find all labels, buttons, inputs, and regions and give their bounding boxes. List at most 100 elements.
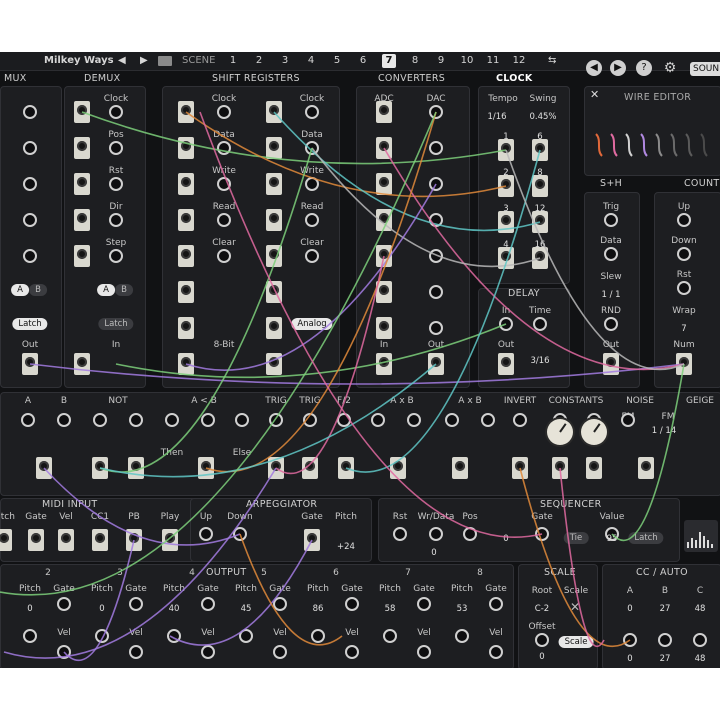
output-4-pitch-value[interactable]: 40	[169, 604, 180, 614]
logic-out-jack-11[interactable]	[552, 457, 568, 479]
demux-latch-toggle[interactable]: Latch	[98, 318, 134, 330]
midi-cc1-jack[interactable]	[92, 529, 108, 551]
demux-step-port[interactable]	[109, 249, 123, 263]
arp-gate-jack[interactable]	[304, 529, 320, 551]
sr1-data-port[interactable]	[217, 141, 231, 155]
cc-c-value[interactable]: 48	[695, 604, 706, 614]
constant-knob-1[interactable]	[547, 419, 573, 445]
output-8-vel-port[interactable]	[489, 645, 503, 659]
scene-button-5[interactable]: 5	[330, 54, 344, 68]
arp-down-port[interactable]	[233, 527, 247, 541]
dac-bit-port-4[interactable]	[429, 213, 443, 227]
seq-wr-data-port[interactable]	[429, 527, 443, 541]
sr1-clock-port[interactable]	[217, 105, 231, 119]
cc-a-port[interactable]	[623, 633, 637, 647]
wire-preset-icon-3[interactable]	[624, 132, 634, 158]
sr2-bit-jack-3[interactable]	[266, 173, 282, 195]
logic-out-jack-9[interactable]	[452, 457, 468, 479]
delay-time-value[interactable]: 3/16	[530, 356, 549, 366]
clock-div-6-jack[interactable]	[532, 139, 548, 161]
scene-button-6[interactable]: 6	[356, 54, 370, 68]
output-3-pitch-port[interactable]	[95, 629, 109, 643]
output-6-gate-port[interactable]	[345, 597, 359, 611]
output-3-vel-port[interactable]	[129, 645, 143, 659]
output-7-pitch-value[interactable]: 58	[385, 604, 396, 614]
clock-div-3-jack[interactable]	[498, 211, 514, 233]
arp-pitch-value[interactable]: +24	[337, 542, 355, 552]
output-4-gate-port[interactable]	[201, 597, 215, 611]
sr1-clear-port[interactable]	[217, 249, 231, 263]
output-5-vel-port[interactable]	[273, 645, 287, 659]
sr2-data-port[interactable]	[305, 141, 319, 155]
wire-preset-icon-6[interactable]	[669, 132, 679, 158]
next-arrow-icon[interactable]: ▶	[610, 60, 626, 76]
logic-in-port-5[interactable]	[165, 413, 179, 427]
sr1-bit-jack-2[interactable]	[178, 137, 194, 159]
demux-out-jack-1[interactable]	[74, 353, 90, 375]
scene-button-4[interactable]: 4	[304, 54, 318, 68]
sr2-bit-jack-4[interactable]	[266, 209, 282, 231]
logic-in-port-14[interactable]	[481, 413, 495, 427]
prev-arrow-icon[interactable]: ◀	[586, 60, 602, 76]
sr1-read-port[interactable]	[217, 213, 231, 227]
logic-out-jack-7[interactable]	[338, 457, 354, 479]
dac-bit-port-5[interactable]	[429, 249, 443, 263]
delay-time-port[interactable]	[533, 317, 547, 331]
adc-bit-jack-4[interactable]	[376, 209, 392, 231]
sr1-bit-jack-3[interactable]	[178, 173, 194, 195]
seq-latch-toggle[interactable]: Latch	[628, 532, 664, 544]
dac-bit-port-3[interactable]	[429, 177, 443, 191]
cc-a-value[interactable]: 0	[627, 604, 632, 614]
adc-bit-jack-6[interactable]	[376, 281, 392, 303]
logic-in-port-2[interactable]	[57, 413, 71, 427]
transfer-icon[interactable]: ⇆	[548, 54, 556, 68]
logic-in-port-4[interactable]	[129, 413, 143, 427]
midi-gate-jack[interactable]	[28, 529, 44, 551]
adc-bit-jack-7[interactable]	[376, 317, 392, 339]
demux-out-jack-5[interactable]	[74, 209, 90, 231]
counter-down-port[interactable]	[677, 247, 691, 261]
adc-bit-jack-3[interactable]	[376, 173, 392, 195]
sr1-bit-jack-4[interactable]	[178, 209, 194, 231]
demux-ab-b[interactable]: B	[115, 284, 133, 296]
output-6-pitch-value[interactable]: 86	[313, 604, 324, 614]
wire-preset-icon-7[interactable]	[684, 132, 694, 158]
scene-button-11[interactable]: 11	[486, 54, 500, 68]
demux-pos-port[interactable]	[109, 141, 123, 155]
wire-preset-icon-1[interactable]	[594, 132, 604, 158]
sh-data-port[interactable]	[604, 247, 618, 261]
midi-vel-jack[interactable]	[58, 529, 74, 551]
seq-value-value[interactable]: 95	[607, 534, 618, 544]
output-6-vel-port[interactable]	[345, 645, 359, 659]
sr2-clear-port[interactable]	[305, 249, 319, 263]
counter-rst-port[interactable]	[677, 281, 691, 295]
output-2-vel-port[interactable]	[57, 645, 71, 659]
logic-out-jack-8[interactable]	[390, 457, 406, 479]
sh-slew-value[interactable]: 1 / 1	[601, 290, 620, 300]
close-icon[interactable]: ✕	[590, 88, 599, 101]
wire-preset-icon-2[interactable]	[609, 132, 619, 158]
seq-gate-port[interactable]	[535, 527, 549, 541]
logic-in-port-12[interactable]	[407, 413, 421, 427]
mux-in-port-2[interactable]	[23, 141, 37, 155]
mux-in-port-5[interactable]	[23, 249, 37, 263]
scale-offset-port[interactable]	[535, 633, 549, 647]
demux-clock-port[interactable]	[109, 105, 123, 119]
output-7-vel-port[interactable]	[417, 645, 431, 659]
scene-button-2[interactable]: 2	[252, 54, 266, 68]
sr-analog-toggle[interactable]: Analog	[291, 318, 333, 330]
project-name[interactable]: Milkey Ways	[44, 54, 114, 68]
clock-div-12-jack[interactable]	[532, 211, 548, 233]
sr1-bit-jack-5[interactable]	[178, 245, 194, 267]
logic-out-jack-12[interactable]	[586, 457, 602, 479]
output-8-pitch-port[interactable]	[455, 629, 469, 643]
dac-bit-port-2[interactable]	[429, 141, 443, 155]
mux-ab-b[interactable]: B	[29, 284, 47, 296]
demux-rst-port[interactable]	[109, 177, 123, 191]
midi-pb-jack[interactable]	[126, 529, 142, 551]
logic-in-port-18[interactable]	[621, 413, 635, 427]
mux-out-jack[interactable]	[22, 353, 38, 375]
sr1-write-port[interactable]	[217, 177, 231, 191]
counter-num-jack[interactable]	[676, 353, 692, 375]
scene-button-10[interactable]: 10	[460, 54, 474, 68]
